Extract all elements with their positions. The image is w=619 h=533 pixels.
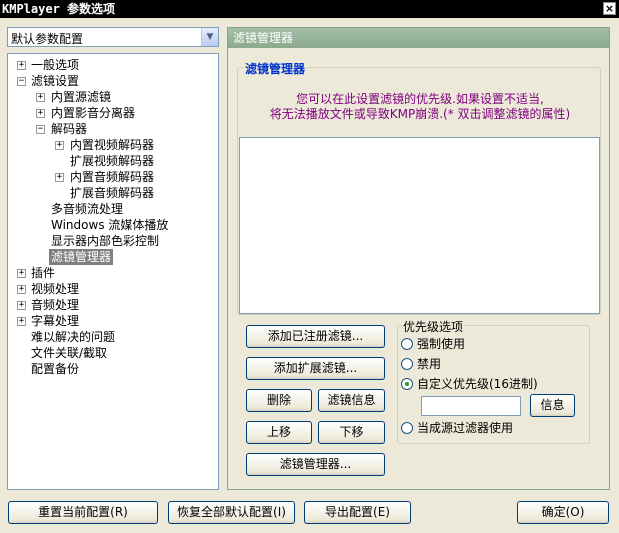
window-title: KMPlayer 参数选项 <box>2 2 116 16</box>
expand-icon[interactable]: + <box>17 301 26 310</box>
tree-item-filter-manager[interactable]: 滤镜管理器 <box>49 249 114 265</box>
filter-manager-button[interactable]: 滤镜管理器... <box>246 453 385 476</box>
tree-item-source-filter[interactable]: 内置源滤镜 <box>51 89 111 105</box>
radio-label: 强制使用 <box>417 337 466 351</box>
collapse-icon[interactable]: − <box>36 125 45 134</box>
filter-info-button[interactable]: 滤镜信息 <box>318 389 385 412</box>
title-bar: KMPlayer 参数选项 × <box>0 0 619 18</box>
tree-item-filter-settings[interactable]: 滤镜设置 <box>31 73 79 89</box>
settings-tree[interactable]: + 一般选项 − 滤镜设置 + 内置源滤镜 + 内置影音分离器 − 解码器 + … <box>7 53 219 490</box>
radio-circle[interactable] <box>401 338 413 350</box>
tree-item-troubleshoot[interactable]: 难以解决的问题 <box>31 329 115 345</box>
restore-all-defaults-button[interactable]: 恢复全部默认配置(I) <box>168 501 295 524</box>
priority-title: 优先级选项 <box>402 318 465 335</box>
radio-circle[interactable] <box>401 358 413 370</box>
expand-icon[interactable]: + <box>55 141 64 150</box>
tree-item-display-color[interactable]: 显示器内部色彩控制 <box>51 233 159 249</box>
tree-item-backup[interactable]: 配置备份 <box>31 361 79 377</box>
ok-button[interactable]: 确定(O) <box>517 501 609 524</box>
radio-circle-selected[interactable] <box>401 378 413 390</box>
filter-list[interactable] <box>239 137 600 314</box>
custom-priority-input[interactable] <box>421 396 521 416</box>
description-line-1: 您可以在此设置滤镜的优先级.如果设置不适当, <box>296 92 544 106</box>
collapse-icon[interactable]: − <box>17 77 26 86</box>
tree-item-file-assoc[interactable]: 文件关联/截取 <box>31 345 107 361</box>
expand-icon[interactable]: + <box>55 173 64 182</box>
tree-item-video[interactable]: 视频处理 <box>31 281 79 297</box>
expand-icon[interactable]: + <box>17 285 26 294</box>
tree-item-splitter[interactable]: 内置影音分离器 <box>51 105 135 121</box>
expand-icon[interactable]: + <box>17 269 26 278</box>
preset-select[interactable]: 默认参数配置 ▼ <box>7 27 219 47</box>
tree-item-plugins[interactable]: 插件 <box>31 265 55 281</box>
expand-icon[interactable]: + <box>17 317 26 326</box>
radio-label: 当成源过滤器使用 <box>417 421 514 435</box>
expand-icon[interactable]: + <box>36 109 45 118</box>
preset-value: 默认参数配置 <box>11 32 84 46</box>
add-external-filter-button[interactable]: 添加扩展滤镜... <box>246 357 385 380</box>
tree-item-windows-media[interactable]: Windows 流媒体播放 <box>51 217 168 233</box>
reset-current-config-button[interactable]: 重置当前配置(R) <box>8 501 158 524</box>
add-registered-filter-button[interactable]: 添加已注册滤镜... <box>246 325 385 348</box>
tree-item-video-decoder[interactable]: 内置视频解码器 <box>70 137 154 153</box>
tree-item-subtitle[interactable]: 字幕处理 <box>31 313 79 329</box>
group-title: 滤镜管理器 <box>243 60 308 77</box>
info-button[interactable]: 信息 <box>530 394 575 417</box>
close-button[interactable]: × <box>603 2 616 15</box>
radio-circle[interactable] <box>401 422 413 434</box>
description: 您可以在此设置滤镜的优先级.如果设置不适当, 将无法播放文件或导致KMP崩溃.(… <box>238 92 602 122</box>
expand-icon[interactable]: + <box>36 93 45 102</box>
chevron-down-icon[interactable]: ▼ <box>201 28 218 46</box>
radio-label: 自定义优先级(16进制) <box>417 377 538 391</box>
tree-item-ext-video-decoder[interactable]: 扩展视频解码器 <box>70 153 154 169</box>
tree-item-multi-audio[interactable]: 多音频流处理 <box>51 201 123 217</box>
panel-header: 滤镜管理器 <box>228 28 609 48</box>
radio-label: 禁用 <box>417 357 442 371</box>
description-line-2: 将无法播放文件或导致KMP崩溃.(* 双击调整滤镜的属性) <box>269 107 571 121</box>
tree-item-audio-decoder[interactable]: 内置音频解码器 <box>70 169 154 185</box>
tree-item-general[interactable]: 一般选项 <box>31 57 79 73</box>
tree-item-decoder[interactable]: 解码器 <box>51 121 87 137</box>
tree-item-ext-audio-decoder[interactable]: 扩展音频解码器 <box>70 185 154 201</box>
expand-icon[interactable]: + <box>17 61 26 70</box>
move-up-button[interactable]: 上移 <box>246 421 312 444</box>
move-down-button[interactable]: 下移 <box>318 421 385 444</box>
delete-button[interactable]: 删除 <box>246 389 312 412</box>
export-config-button[interactable]: 导出配置(E) <box>304 501 411 524</box>
tree-item-audio[interactable]: 音频处理 <box>31 297 79 313</box>
